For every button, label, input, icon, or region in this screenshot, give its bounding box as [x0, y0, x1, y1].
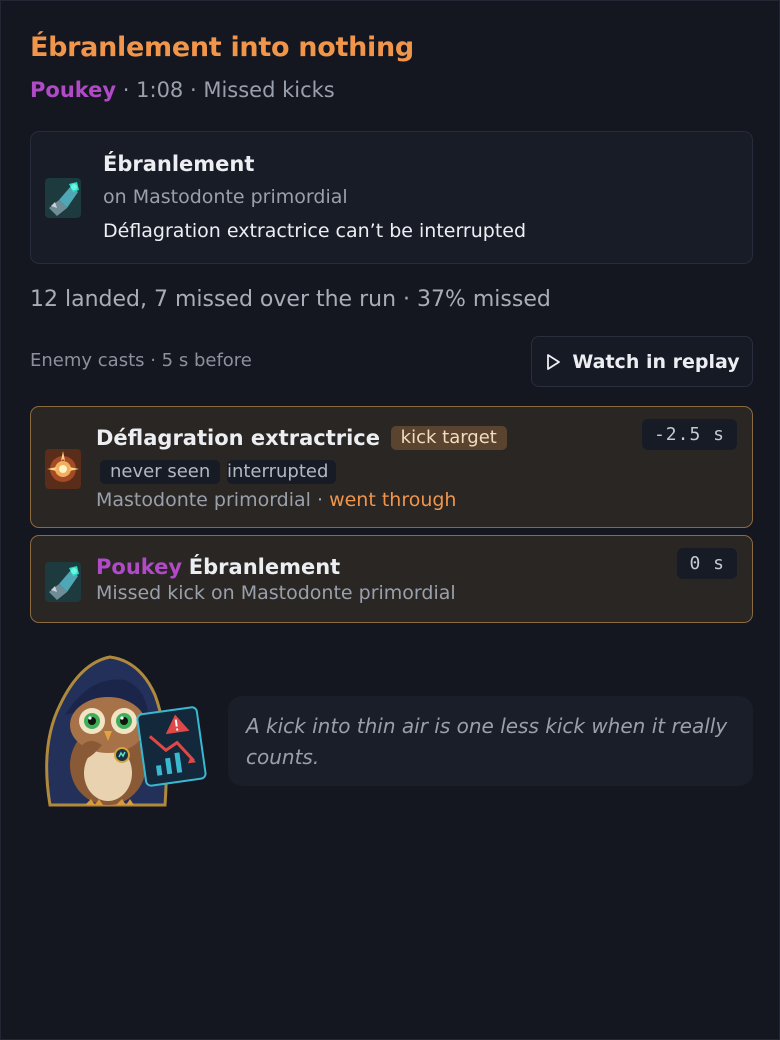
event-outcome: went through	[329, 489, 457, 511]
interrupted-badge: interrupted	[226, 460, 337, 484]
page-title: Ébranlement into nothing	[30, 32, 414, 63]
event-title: Déflagration extractrice kick target nev…	[96, 421, 632, 489]
player-name[interactable]: Poukey	[30, 78, 116, 102]
event-detail: Missed kick on Mastodonte primordial	[96, 582, 456, 604]
event-separator: ·	[310, 489, 330, 511]
explosion-spell-icon	[45, 449, 81, 489]
spell-card: Ébranlement on Mastodonte primordial Déf…	[30, 131, 753, 264]
event-source: Mastodonte primordial	[96, 489, 311, 511]
spell-name: Ébranlement	[103, 152, 255, 176]
event-spell-name: Ébranlement	[188, 555, 341, 579]
event-row[interactable]: Poukey Ébranlement 0 s Missed kick on Ma…	[30, 535, 753, 623]
play-icon	[547, 353, 561, 370]
event-player[interactable]: Poukey	[96, 555, 182, 579]
kick-target-badge: kick target	[390, 426, 507, 450]
event-title: Poukey Ébranlement	[96, 550, 632, 584]
never-seen-badge: never seen	[100, 460, 221, 484]
timeline-label: Enemy casts · 5 s before	[30, 350, 252, 371]
spell-note: Déflagration extractrice can’t be interr…	[103, 220, 527, 242]
event-row[interactable]: Déflagration extractrice kick target nev…	[30, 406, 753, 528]
mascot-quote: A kick into thin air is one less kick wh…	[228, 696, 753, 786]
event-spell-name: Déflagration extractrice	[96, 426, 380, 450]
watch-replay-label: Watch in replay	[572, 350, 740, 373]
owl-mascot-icon	[30, 655, 210, 815]
subtitle: Poukey · 1:08 · Missed kicks	[30, 78, 335, 102]
gauntlet-spell-icon	[45, 178, 81, 218]
event-time: 0 s	[677, 548, 737, 579]
spell-target: on Mastodonte primordial	[103, 186, 348, 208]
event-time: -2.5 s	[641, 419, 737, 450]
subtitle-meta: · 1:08 · Missed kicks	[116, 78, 335, 102]
kick-stats: 12 landed, 7 missed over the run · 37% m…	[30, 287, 551, 312]
watch-replay-button[interactable]: Watch in replay	[531, 336, 753, 387]
event-detail: Mastodonte primordial · went through	[96, 489, 456, 511]
gauntlet-spell-icon	[45, 562, 81, 602]
